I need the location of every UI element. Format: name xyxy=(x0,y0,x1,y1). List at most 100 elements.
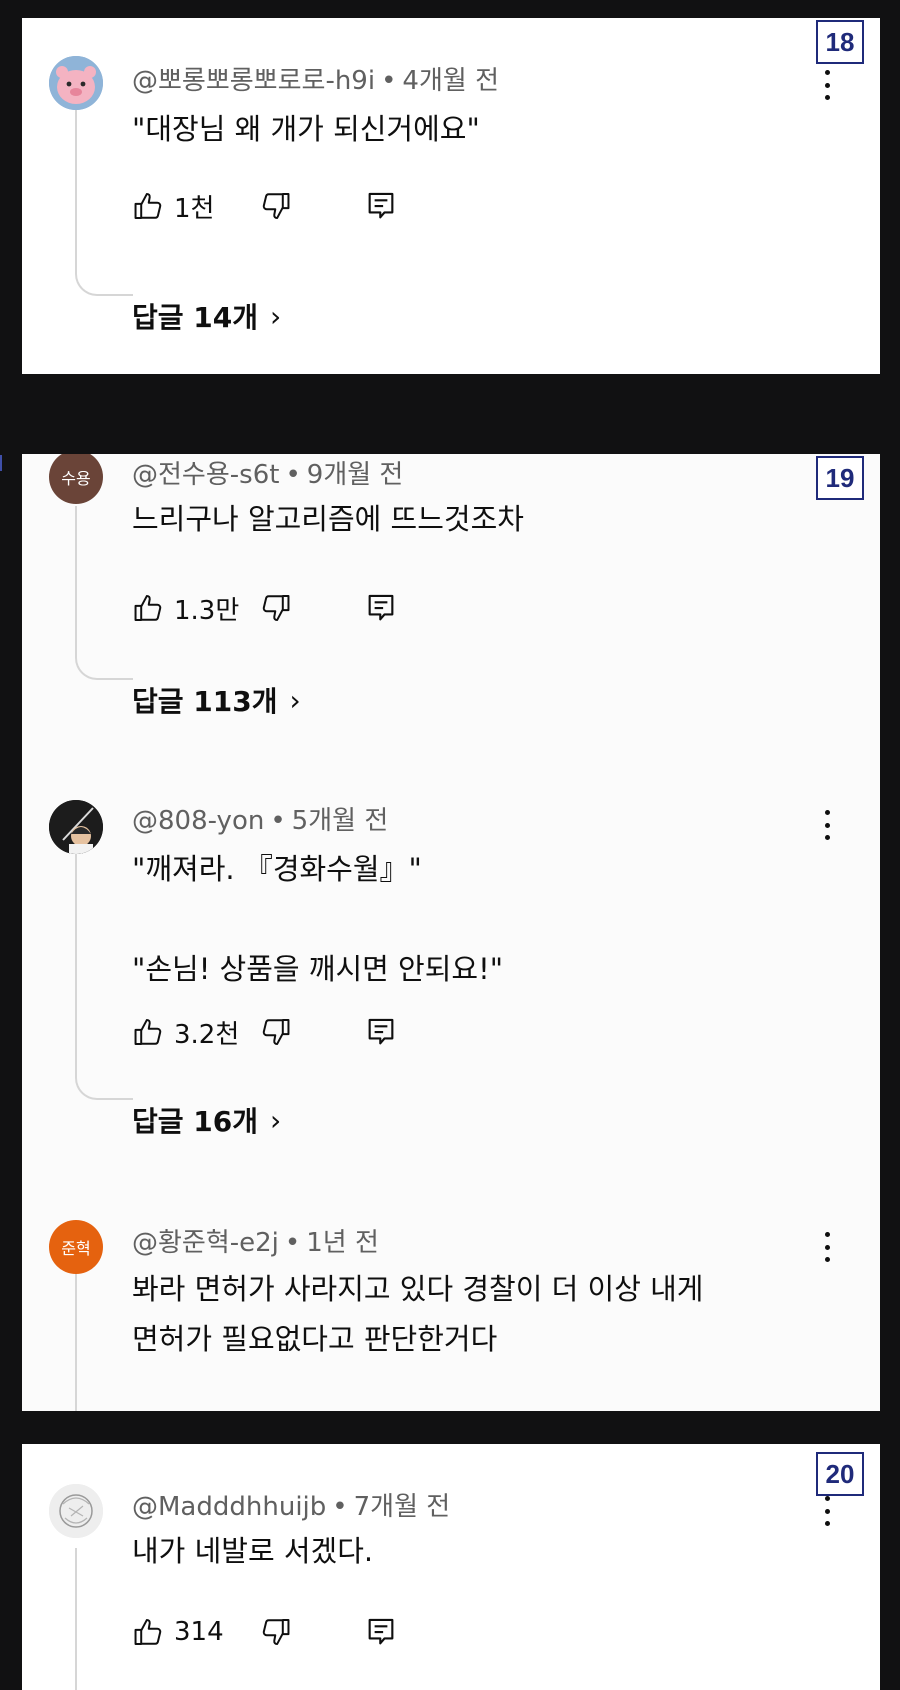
thread-curve xyxy=(75,268,133,296)
author-name[interactable]: @전수용-s6t xyxy=(132,460,279,490)
comment-text: 봐라 면허가 사라지고 있다 경찰이 더 이상 내게 면허가 필요없다고 판단한… xyxy=(132,1264,810,1364)
comment-time[interactable]: 1년 전 xyxy=(306,1228,379,1258)
thread-curve xyxy=(75,1072,133,1100)
comment-actions: 1.3만 xyxy=(132,588,398,628)
like-button[interactable]: 3.2천 xyxy=(132,1014,244,1051)
reply-icon xyxy=(364,591,398,625)
comment-meta: @뽀롱뽀롱뽀로로-h9i • 4개월 전 xyxy=(132,60,499,97)
author-name[interactable]: @Madddhhuijb xyxy=(132,1492,326,1522)
chevron-right-icon: › xyxy=(289,683,301,717)
comment-meta: @Madddhhuijb • 7개월 전 xyxy=(132,1486,450,1523)
thread-line xyxy=(75,1274,77,1411)
comment-line: "깨져라. 『경화수월』" xyxy=(132,852,422,886)
view-replies-button[interactable]: 답글 14개 › xyxy=(132,296,281,336)
avatar[interactable]: 수용 xyxy=(49,454,103,504)
avatar-initials: 수용 xyxy=(61,469,91,488)
more-vert-icon[interactable] xyxy=(820,810,834,840)
pink-character-avatar[interactable] xyxy=(49,56,103,110)
reply-button[interactable] xyxy=(364,1015,398,1049)
photo-avatar[interactable] xyxy=(49,800,103,854)
like-count: 1.3만 xyxy=(174,595,240,626)
dislike-button[interactable] xyxy=(258,189,292,223)
dislike-button[interactable] xyxy=(258,1015,292,1049)
separator-dot: • xyxy=(381,66,397,96)
thumb-down-icon xyxy=(258,189,292,223)
comment-time[interactable]: 5개월 전 xyxy=(292,806,389,836)
comment-line: 면허가 필요없다고 판단한거다 xyxy=(132,1322,498,1356)
view-replies-button[interactable]: 답글 113개 › xyxy=(132,680,301,720)
comment-text: 내가 네발로 서겠다. xyxy=(132,1526,810,1576)
like-count: 314 xyxy=(174,1617,224,1647)
comment-time[interactable]: 7개월 전 xyxy=(354,1492,451,1522)
thread-line xyxy=(75,108,77,268)
left-edge-marker xyxy=(0,455,2,471)
comment-line: 느리구나 알고리즘에 뜨느것조차 xyxy=(132,502,524,536)
replies-count: 답글 113개 xyxy=(132,685,278,718)
like-button[interactable]: 314 xyxy=(132,1615,244,1649)
more-vert-icon[interactable] xyxy=(820,1496,834,1526)
replies-count: 답글 16개 xyxy=(132,1105,258,1138)
avatar-image xyxy=(49,1484,103,1538)
comment-meta: @808-yon • 5개월 전 xyxy=(132,800,388,837)
thumb-up-icon xyxy=(132,591,166,625)
sketch-avatar[interactable] xyxy=(49,1484,103,1538)
author-name[interactable]: @황준혁-e2j xyxy=(132,1228,279,1258)
comment-actions: 314 xyxy=(132,1612,398,1652)
comment-meta: @전수용-s6t • 9개월 전 xyxy=(132,454,403,491)
comment-text: 느리구나 알고리즘에 뜨느것조차 xyxy=(132,494,810,544)
comment-actions: 3.2천 xyxy=(132,1012,398,1052)
card-number-badge: 20 xyxy=(816,1452,864,1496)
avatar-image xyxy=(49,800,103,854)
more-vert-icon[interactable] xyxy=(820,1232,834,1262)
thread-curve xyxy=(75,652,133,680)
chevron-right-icon: › xyxy=(270,1103,282,1137)
comment-line: 내가 네발로 서겠다. xyxy=(132,1534,374,1568)
separator-dot: • xyxy=(284,1228,301,1258)
card-number-badge: 18 xyxy=(816,20,864,64)
dislike-button[interactable] xyxy=(258,1615,292,1649)
thread-line xyxy=(75,506,77,652)
avatar-initials: 준혁 xyxy=(61,1239,91,1258)
thread-line xyxy=(75,1548,77,1690)
view-replies-button[interactable]: 답글 16개 › xyxy=(132,1100,281,1140)
card-number-badge: 19 xyxy=(816,456,864,500)
separator-dot: • xyxy=(285,460,301,490)
comment-card-19: 19 수용 @전수용-s6t • 9개월 전 느리구나 알고리즘에 뜨느것조차 1.… xyxy=(22,454,880,1411)
like-count: 1천 xyxy=(174,193,215,224)
thumb-down-icon xyxy=(258,1615,292,1649)
comment-time[interactable]: 9개월 전 xyxy=(307,460,404,490)
chevron-right-icon: › xyxy=(270,299,282,333)
comment-card-18: 18 @뽀롱뽀롱뽀로로-h9i•4개월 전 "대장님 왜 개가 되신거에요" xyxy=(22,18,880,374)
reply-button[interactable] xyxy=(364,1615,398,1649)
comment-line xyxy=(132,894,810,944)
comment-line: "손님! 상품을 깨시면 안되요!" xyxy=(132,952,504,986)
avatar[interactable]: 준혁 xyxy=(49,1220,103,1274)
like-button[interactable]: 1천 xyxy=(132,188,244,225)
like-button[interactable]: 1.3만 xyxy=(132,590,244,627)
thread-line xyxy=(75,850,77,1072)
reply-button[interactable] xyxy=(364,591,398,625)
author-name[interactable]: @808-yon xyxy=(132,806,264,836)
replies-count: 답글 14개 xyxy=(132,301,258,334)
thumb-down-icon xyxy=(258,591,292,625)
comment-meta: @황준혁-e2j • 1년 전 xyxy=(132,1222,379,1259)
thumb-down-icon xyxy=(258,1015,292,1049)
comment-time[interactable]: 4개월 전 xyxy=(402,66,499,96)
comment-line: "대장님 왜 개가 되신거에요" xyxy=(132,112,480,146)
comment-card-20: 20 @Madddhhuijb • 7개월 전 내가 네발로 서겠다. 314 xyxy=(22,1444,880,1690)
comment-text: "깨져라. 『경화수월』" "손님! 상품을 깨시면 안되요!" xyxy=(132,844,810,994)
avatar-image xyxy=(49,56,103,110)
thumb-up-icon xyxy=(132,189,166,223)
reply-icon xyxy=(364,1015,398,1049)
like-count: 3.2천 xyxy=(174,1019,240,1050)
separator-dot: • xyxy=(332,1492,348,1522)
thumb-up-icon xyxy=(132,1615,166,1649)
thumb-up-icon xyxy=(132,1015,166,1049)
dislike-button[interactable] xyxy=(258,591,292,625)
reply-button[interactable] xyxy=(364,189,398,223)
author-name[interactable]: @뽀롱뽀롱뽀로로-h9i xyxy=(132,66,375,96)
more-vert-icon[interactable] xyxy=(820,70,834,100)
reply-icon xyxy=(364,189,398,223)
comment-actions: 1천 xyxy=(132,186,398,226)
reply-icon xyxy=(364,1615,398,1649)
